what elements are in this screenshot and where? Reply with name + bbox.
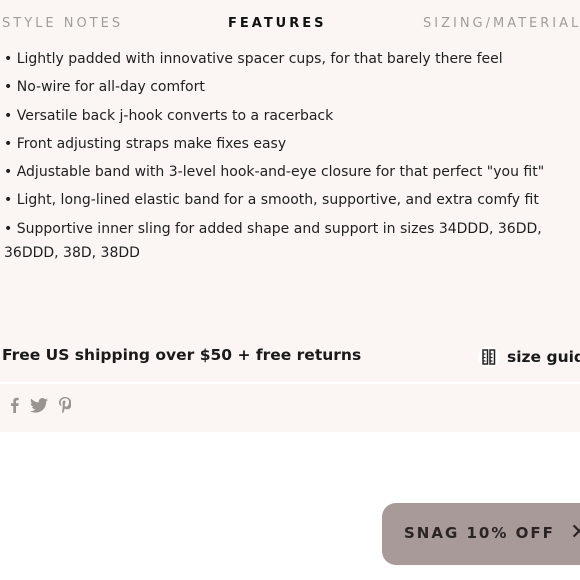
promo-label: SNAG 10% OFF [404,524,555,542]
product-details-panel: STYLE NOTES FEATURES SIZING/MATERIALS Li… [0,0,580,432]
social-share [10,397,71,413]
divider [0,382,580,384]
promo-tab-button[interactable]: SNAG 10% OFF ✕ [382,503,580,565]
close-icon[interactable]: ✕ [570,521,580,545]
tab-features[interactable]: FEATURES [228,16,327,31]
feature-item: Adjustable band with 3-level hook-and-ey… [4,160,580,184]
twitter-icon[interactable] [30,397,48,413]
pinterest-icon[interactable] [59,397,71,413]
shipping-info: Free US shipping over $50 + free returns [2,346,362,364]
feature-item: Versatile back j-hook converts to a race… [4,104,580,128]
details-tabs: STYLE NOTES FEATURES SIZING/MATERIALS [0,0,580,48]
tab-sizing-materials[interactable]: SIZING/MATERIALS [423,16,580,31]
feature-item: No-wire for all-day comfort [4,75,580,99]
feature-item: Lightly padded with innovative spacer cu… [4,47,580,71]
feature-item: Supportive inner sling for added shape a… [4,217,580,265]
size-guide-link[interactable]: size guide [478,345,580,369]
feature-item: Light, long-lined elastic band for a smo… [4,188,580,212]
facebook-icon[interactable] [10,397,19,413]
ruler-icon [478,346,500,368]
tab-style-notes[interactable]: STYLE NOTES [2,16,123,31]
feature-item: Front adjusting straps make fixes easy [4,132,580,156]
size-guide-label: size guide [507,348,580,366]
features-list: Lightly padded with innovative spacer cu… [4,47,580,269]
